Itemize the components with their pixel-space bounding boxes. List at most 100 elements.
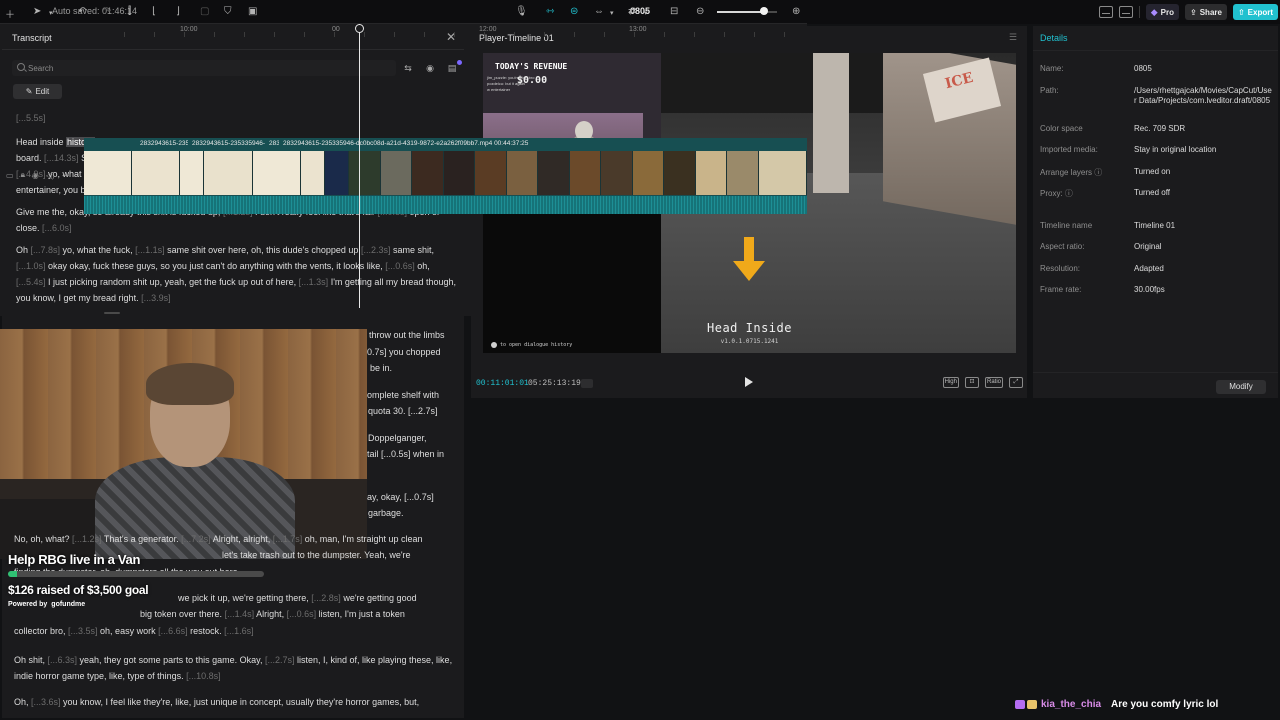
ruler-tick — [154, 32, 155, 37]
clip-thumbnail — [84, 151, 133, 195]
modify-button[interactable]: Modify — [1216, 380, 1266, 394]
clip-thumbnail — [727, 151, 759, 195]
fullscreen-icon[interactable]: ⤢ — [1009, 377, 1023, 388]
trim-right-icon[interactable]: ⌋ — [176, 6, 180, 17]
add-icon[interactable]: ＋ — [5, 6, 15, 21]
timeline-ruler[interactable]: 10:00 00 12:00 13:00 — [84, 24, 807, 38]
chevron-down-icon[interactable]: ▾ — [644, 9, 648, 17]
lock-icon[interactable]: 🔒︎ — [21, 170, 25, 180]
cover-icon[interactable]: ▭ — [6, 171, 14, 180]
clip-thumbnail — [180, 151, 205, 195]
layout-icon[interactable] — [1098, 6, 1113, 18]
replace-icon[interactable]: ⇆ — [400, 62, 416, 75]
export-button[interactable]: ⇧ Export — [1232, 4, 1278, 20]
pause-marker: [...3.6s] — [31, 697, 61, 707]
clip-thumbnail — [632, 151, 665, 195]
pause-marker: [...2.7s] — [264, 655, 295, 665]
pause-marker: [...7.2s] — [181, 534, 211, 544]
search-input[interactable] — [28, 61, 388, 75]
chat-username: kia_the_chia — [1041, 699, 1102, 710]
ruler-tick — [604, 32, 605, 37]
fit-icon[interactable]: ⊡ — [964, 377, 979, 388]
transcript-paragraph[interactable]: [...5.5s] — [16, 110, 456, 126]
undo-icon[interactable]: ↶ — [78, 6, 86, 17]
magnet-icon[interactable]: ⊜ — [570, 6, 578, 17]
transcript-text: oh, — [414, 261, 430, 271]
edit-frame-icon[interactable]: ▣ — [248, 6, 257, 17]
caption-icon[interactable]: ⊟ — [670, 6, 678, 17]
snap-icon[interactable]: ⇔ — [594, 6, 604, 17]
pause-marker: [...6.0s] — [42, 223, 72, 233]
details-title: Details — [1040, 33, 1068, 43]
clip-name[interactable]: 2832943615-23533394 — [140, 140, 188, 150]
timecode-toggle[interactable] — [581, 379, 593, 388]
clip-thumbnail — [349, 151, 381, 195]
eye-icon[interactable]: ◉ — [32, 171, 39, 180]
caption-icon[interactable]: ▤ — [444, 60, 462, 75]
trim-left-icon[interactable]: ⌊ — [152, 6, 156, 17]
details-key: Timeline name — [1040, 221, 1093, 230]
chevron-down-icon[interactable]: ▾ — [49, 9, 53, 17]
pro-button[interactable]: ◆ Pro — [1145, 4, 1180, 20]
zoom-in-icon[interactable]: ⊕ — [792, 6, 800, 17]
fundraiser-powered-by: Powered by gofundme — [8, 601, 278, 608]
chat-badges — [1015, 700, 1037, 709]
playhead-handle[interactable] — [355, 24, 364, 33]
pause-marker: [...1.2s] — [72, 534, 102, 544]
zoom-out-icon[interactable]: ⊖ — [696, 6, 704, 17]
export-icon: ⇧ — [1237, 7, 1245, 17]
shield-icon[interactable]: ⛉ — [224, 6, 232, 17]
delete-icon[interactable]: ▢ — [200, 6, 209, 17]
powered-by-label: Powered by — [8, 601, 48, 608]
export-label: Export — [1247, 7, 1273, 17]
more-icon[interactable]: ⋯ — [62, 171, 70, 180]
details-key: Proxy: ⓘ — [1040, 189, 1073, 198]
panel-toggle-icon[interactable] — [1118, 6, 1133, 18]
clip-thumbnail — [300, 151, 325, 195]
playhead[interactable] — [355, 24, 364, 308]
transcript-paragraph[interactable]: No, oh, what? [...1.2s] That's a generat… — [14, 534, 423, 544]
zoom-slider[interactable] — [717, 7, 777, 15]
transcript-text: ay, okay, [...0.7s] — [367, 492, 434, 502]
clip-name[interactable]: 2832943615-235335946-dc0bc08d-a21 — [192, 140, 265, 150]
clip-thumbnail — [412, 151, 444, 195]
audio-icon[interactable]: ◁) — [46, 171, 55, 180]
chevron-down-icon[interactable]: ▾ — [610, 9, 614, 17]
menu-icon[interactable]: ☰ — [1009, 32, 1017, 43]
transcript-paragraph[interactable]: Oh, [...3.6s] you know, I feel like they… — [14, 694, 454, 710]
details-key: Color space — [1040, 124, 1083, 133]
streamer-hair — [146, 363, 234, 405]
fundraiser-overlay: Help RBG live in a Van $126 raised of $3… — [8, 552, 278, 630]
eye-icon[interactable]: ◉ — [422, 62, 438, 75]
transcript-paragraph[interactable]: Oh shit, [...6.3s] yeah, they got some p… — [14, 652, 454, 684]
transcript-text: Oh — [16, 245, 31, 255]
quality-button[interactable]: High — [942, 377, 959, 388]
ruler-label: 12:00 — [479, 26, 497, 33]
edit-button[interactable]: ✎ Edit — [13, 84, 62, 99]
ratio-button[interactable]: Ratio — [984, 377, 1003, 388]
zoom-slider-handle[interactable] — [760, 7, 768, 15]
transcript-text: oh, man, I'm straight up clean — [302, 534, 423, 544]
play-icon[interactable] — [745, 377, 753, 387]
ruler-tick — [124, 32, 125, 37]
redo-icon[interactable]: ↷ — [103, 6, 111, 17]
split-icon[interactable]: ⫿ — [128, 6, 131, 17]
transcript-text: omplete shelf with — [367, 390, 440, 400]
horizontal-scrollbar[interactable] — [104, 312, 120, 314]
clip-name[interactable]: 2832943615-235335946-dc0bc08d-a21d-4319-… — [283, 140, 859, 150]
transcript-text: same shit, — [390, 245, 434, 255]
preview-axis-icon[interactable]: ⇄ — [628, 6, 636, 17]
share-button[interactable]: ⇪ Share — [1185, 4, 1227, 20]
microphone-icon[interactable]: 🎙 — [515, 6, 528, 17]
transcript-tools: ⇆ ◉ ▤ — [400, 60, 462, 75]
chat-text: Are you comfy lyric lol — [1111, 699, 1219, 710]
clip-name[interactable]: 283 — [269, 140, 279, 150]
transcript-text: yo, what the fuck, — [60, 245, 136, 255]
pause-marker: [...2.8s] — [311, 593, 341, 603]
select-tool-icon[interactable]: ➤ — [33, 6, 41, 17]
details-value: /Users/rhettgajcak/Movies/CapCut/User Da… — [1134, 86, 1272, 105]
transcript-text: be in. — [370, 363, 393, 373]
transcript-paragraph[interactable]: Oh [...7.8s] yo, what the fuck, [...1.1s… — [16, 242, 456, 306]
edit-label: Edit — [35, 87, 50, 96]
link-icon[interactable]: ⇿ — [546, 6, 554, 17]
